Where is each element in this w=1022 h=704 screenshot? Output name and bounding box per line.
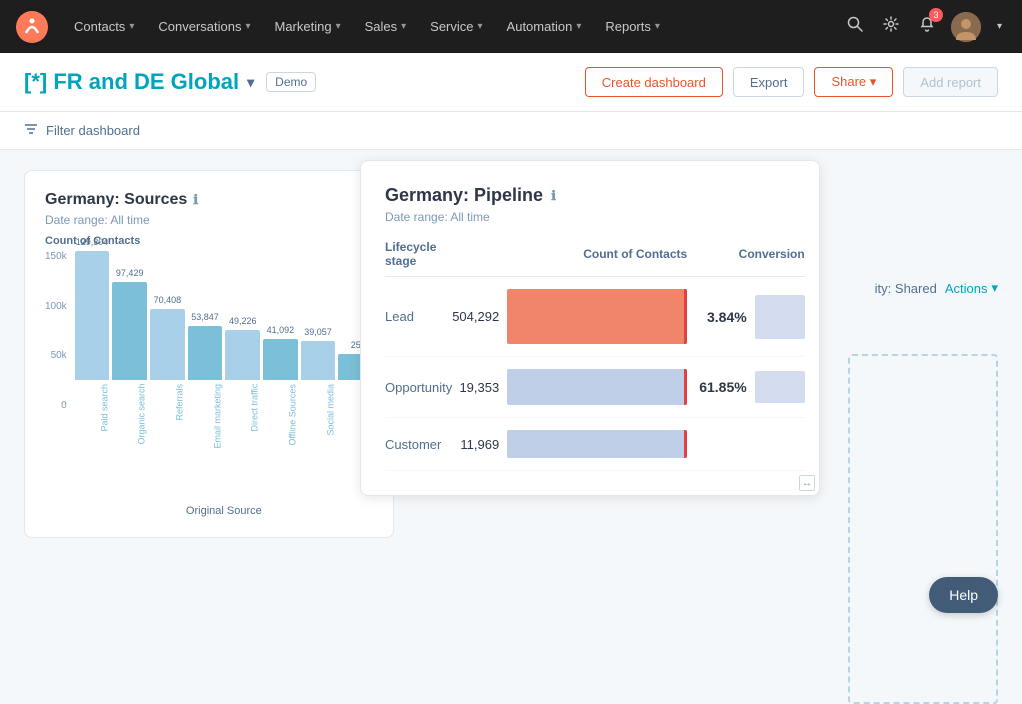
x-axis-label: Referrals	[150, 384, 185, 457]
nav-marketing[interactable]: Marketing ▾	[264, 13, 350, 40]
col-lifecycle: Lifecycle stage	[385, 240, 452, 277]
pipeline-conversion: 61.85%	[687, 357, 804, 418]
scrollbar-hint: ↔	[799, 475, 815, 491]
x-axis-label: Social media	[301, 384, 336, 457]
chevron-down-icon: ▾	[245, 21, 250, 32]
x-axis-label: Offline Sources	[263, 384, 298, 457]
pipeline-row: Lead 504,292 3.84%	[385, 277, 805, 357]
bar-value: 129,304	[76, 237, 109, 247]
bar-value: 53,847	[191, 312, 219, 322]
pipeline-count: 11,969	[452, 418, 687, 471]
pipeline-date-range: Date range: All time	[385, 210, 795, 224]
bar-group: 53,847	[188, 326, 223, 380]
chevron-down-icon: ▾	[129, 21, 134, 32]
chevron-down-icon: ▾	[478, 21, 483, 32]
bar-group: 70,408	[150, 309, 185, 380]
sub-header: [*] FR and DE Global ▾ Demo Create dashb…	[0, 53, 1022, 112]
bar-group: 41,092	[263, 339, 298, 380]
user-menu-chevron[interactable]: ▾	[993, 17, 1006, 36]
bar-group: 97,429	[112, 282, 147, 380]
filter-icon	[24, 122, 38, 139]
bar-value: 41,092	[267, 325, 295, 335]
nav-reports[interactable]: Reports ▾	[595, 13, 670, 40]
chart-bar[interactable]: 49,226	[225, 330, 260, 380]
x-axis-title: Original Source	[75, 505, 373, 517]
header-actions: Create dashboard Export Share ▾ Add repo…	[585, 67, 998, 97]
nav-conversations[interactable]: Conversations ▾	[148, 13, 260, 40]
share-chevron-icon: ▾	[870, 74, 877, 89]
nav-service[interactable]: Service ▾	[420, 13, 492, 40]
dropdown-chevron-icon[interactable]: ▾	[247, 74, 254, 91]
pipeline-info-icon[interactable]: ℹ	[551, 188, 556, 204]
pipeline-row: Customer 11,969	[385, 418, 805, 471]
x-axis: Paid searchOrganic searchReferralsEmail …	[75, 384, 373, 457]
demo-badge: Demo	[266, 72, 316, 92]
chart-bar[interactable]: 97,429	[112, 282, 147, 380]
search-button[interactable]	[843, 12, 867, 41]
filter-dashboard-label[interactable]: Filter dashboard	[46, 123, 140, 138]
export-button[interactable]: Export	[733, 67, 805, 97]
chart-bar[interactable]: 53,847	[188, 326, 223, 380]
chevron-down-icon: ▾	[576, 21, 581, 32]
sources-info-icon[interactable]: ℹ	[193, 192, 198, 208]
nav-sales[interactable]: Sales ▾	[355, 13, 417, 40]
avatar[interactable]	[951, 12, 981, 42]
bar-value: 70,408	[154, 295, 182, 305]
content-area: Filter dashboard ity: Shared Actions ▾ G…	[0, 112, 1022, 639]
chart-bar[interactable]: 41,092	[263, 339, 298, 380]
hubspot-logo[interactable]	[16, 11, 48, 43]
pipeline-count: 504,292	[452, 277, 687, 357]
x-axis-label: Email marketing	[188, 384, 223, 457]
pipeline-table: Lifecycle stage Count of Contacts Conver…	[385, 240, 805, 471]
col-conversion: Conversion	[687, 240, 804, 277]
pipeline-stage: Lead	[385, 277, 452, 357]
add-report-placeholder[interactable]	[848, 354, 998, 704]
pipeline-conversion: 3.84%	[687, 277, 804, 357]
x-axis-label: Direct traffic	[225, 384, 260, 457]
chevron-down-icon: ▾	[401, 21, 406, 32]
pipeline-conversion	[687, 418, 804, 471]
create-dashboard-button[interactable]: Create dashboard	[585, 67, 723, 97]
chart-bar[interactable]: 39,057	[301, 341, 336, 380]
nav-contacts[interactable]: Contacts ▾	[64, 13, 144, 40]
pipeline-card-title: Germany: Pipeline ℹ	[385, 185, 795, 206]
bars-container: 129,30497,42970,40853,84749,22641,09239,…	[75, 251, 373, 380]
bar-value: 49,226	[229, 316, 257, 326]
x-axis-label: Organic search	[112, 384, 147, 457]
pipeline-row: Opportunity 19,353 61.85%	[385, 357, 805, 418]
chevron-down-icon: ▾	[336, 21, 341, 32]
bar-group: 39,057	[301, 341, 336, 380]
col-count: Count of Contacts	[452, 240, 687, 277]
notifications-button[interactable]: 3	[915, 12, 939, 41]
bar-value: 39,057	[304, 327, 332, 337]
y-axis: 150k 100k 50k 0	[45, 251, 71, 411]
nav-automation[interactable]: Automation ▾	[497, 13, 592, 40]
settings-button[interactable]	[879, 12, 903, 41]
bar-value: 97,429	[116, 268, 144, 278]
pipeline-stage: Customer	[385, 418, 452, 471]
dashboard-title[interactable]: [*] FR and DE Global ▾	[24, 69, 254, 95]
chart-bar[interactable]: 129,304	[75, 251, 110, 380]
notification-badge: 3	[929, 8, 943, 22]
chevron-down-icon: ▾	[655, 21, 660, 32]
pipeline-stage: Opportunity	[385, 357, 452, 418]
nav-bar: Contacts ▾ Conversations ▾ Marketing ▾ S…	[0, 0, 1022, 53]
pipeline-card: Germany: Pipeline ℹ Date range: All time…	[360, 160, 820, 496]
help-button[interactable]: Help	[929, 577, 998, 613]
dashboard-grid: Germany: Sources ℹ Date range: All time …	[0, 150, 1022, 558]
x-axis-label: Paid search	[75, 384, 110, 457]
pipeline-count: 19,353	[452, 357, 687, 418]
chart-bar[interactable]: 70,408	[150, 309, 185, 380]
filter-bar[interactable]: Filter dashboard	[0, 112, 1022, 150]
sources-card-title: Germany: Sources ℹ	[45, 191, 373, 209]
sources-date-range: Date range: All time	[45, 213, 373, 227]
bar-group: 129,304	[75, 251, 110, 380]
chart-wrapper: 150k 100k 50k 0 129,30497,42970,40853,84…	[45, 251, 373, 517]
sources-chart-card: Germany: Sources ℹ Date range: All time …	[24, 170, 394, 538]
add-report-button: Add report	[903, 67, 998, 97]
nav-right-actions: 3 ▾	[843, 12, 1006, 42]
share-button[interactable]: Share ▾	[814, 67, 893, 97]
bar-group: 49,226	[225, 330, 260, 380]
